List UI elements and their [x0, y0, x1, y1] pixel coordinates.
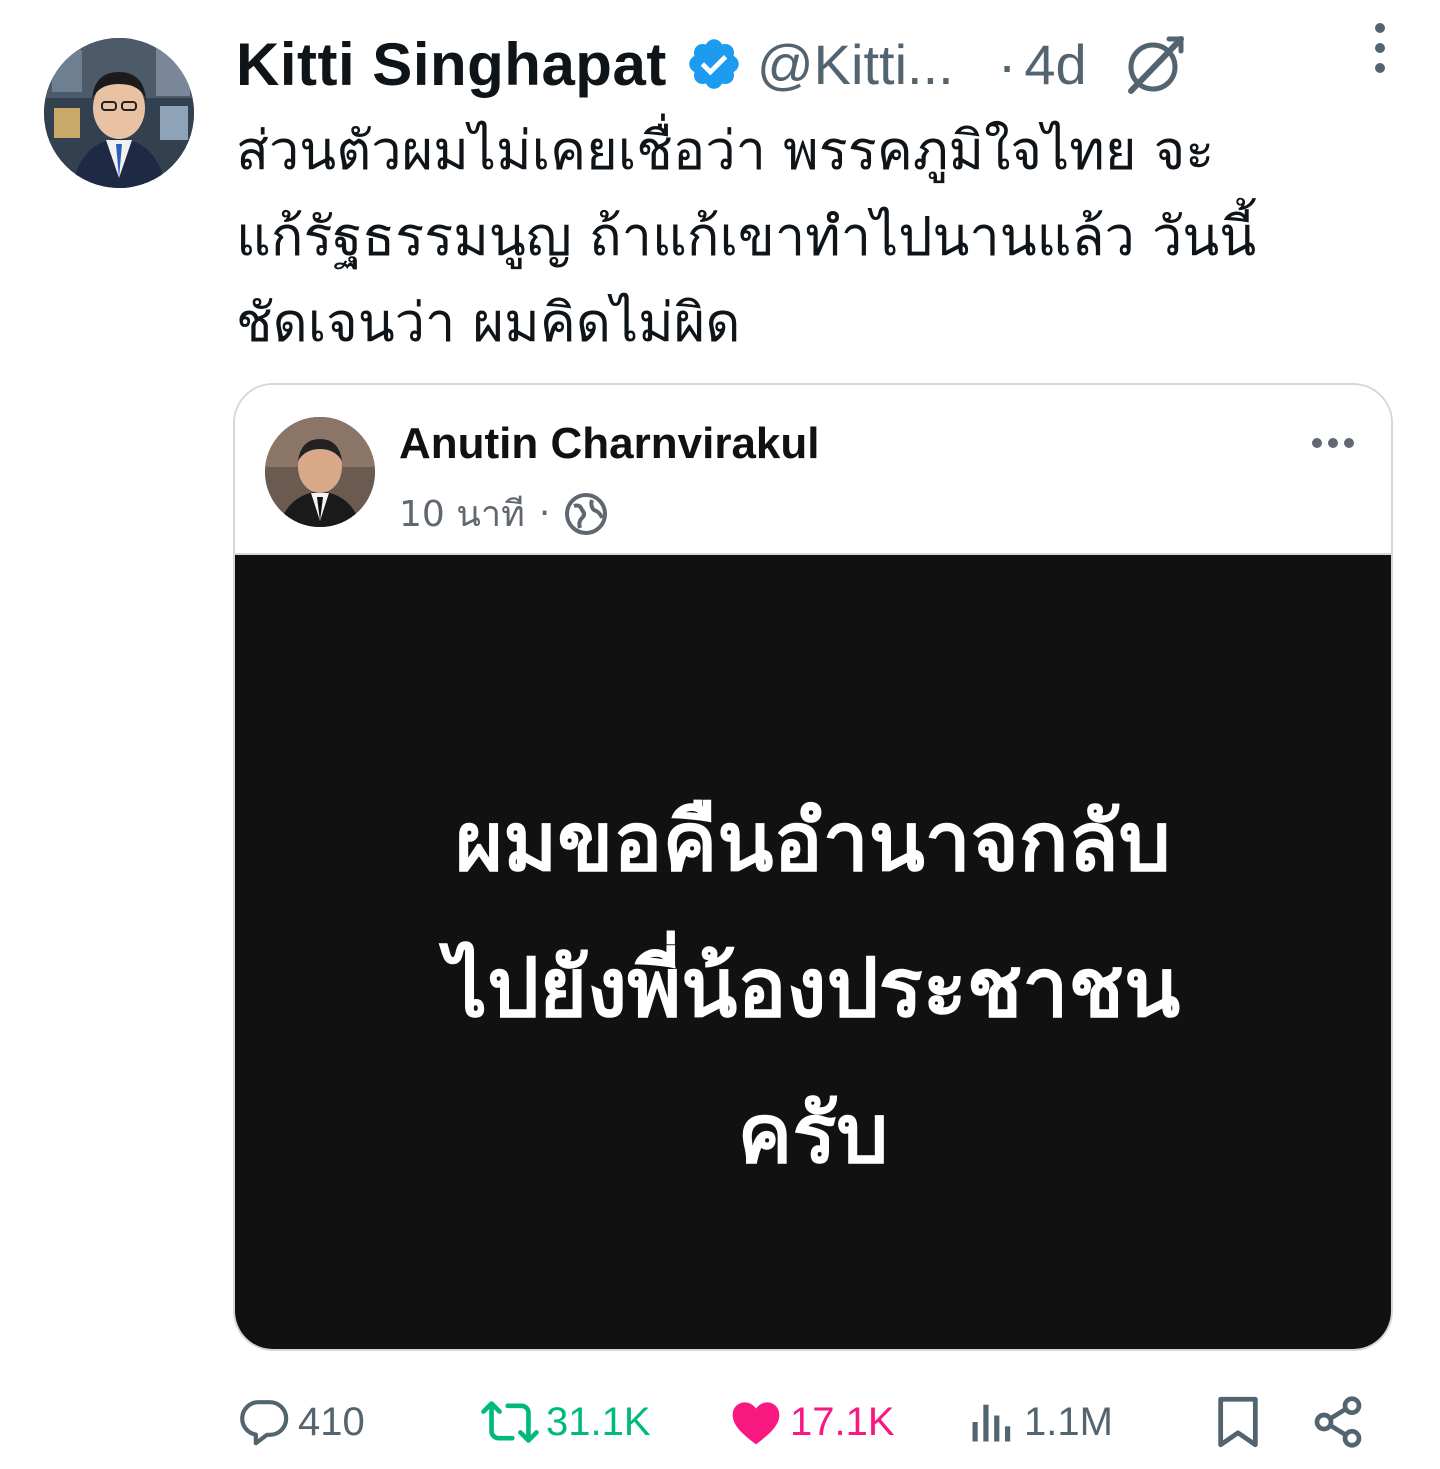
verified-icon [685, 35, 743, 93]
media-card[interactable]: Anutin Charnvirakul 10 นาที · ผมขอคืนอำน… [233, 383, 1393, 1351]
embedded-post-time: 10 นาที [399, 494, 525, 535]
image-text-line: ไปยังพี่น้องประชาชน [445, 941, 1181, 1036]
image-text-line: ผมขอคืนอำนาจกลับ [455, 795, 1171, 890]
share-button[interactable] [1310, 1390, 1366, 1454]
retweet-button[interactable]: 31.1K [480, 1390, 651, 1454]
tweet-header: Kitti Singhapat @Kitti... · 4d [236, 24, 1416, 104]
like-button[interactable]: 17.1K [728, 1390, 895, 1454]
views-button[interactable]: 1.1M [966, 1390, 1113, 1454]
embedded-author-name: Anutin Charnvirakul [399, 419, 820, 468]
like-icon [732, 1402, 780, 1445]
image-text-line: ครับ [737, 1087, 889, 1182]
more-horizontal-icon [1311, 435, 1355, 451]
globe-icon [564, 492, 608, 536]
tweet-text-line: ส่วนตัวผมไม่เคยเชื่อว่า พรรคภูมิใจไทย จะ [236, 119, 1215, 182]
embedded-author-avatar [265, 417, 375, 527]
grok-icon[interactable] [1123, 31, 1189, 97]
embedded-post-header: Anutin Charnvirakul 10 นาที · [235, 385, 1391, 553]
meta-separator: · [538, 493, 551, 534]
reply-count: 410 [298, 1399, 365, 1444]
embedded-post-meta: 10 นาที · [399, 485, 608, 542]
embedded-image[interactable]: ผมขอคืนอำนาจกลับ ไปยังพี่น้องประชาชน ครั… [235, 555, 1391, 1349]
reply-button[interactable]: 410 [236, 1390, 365, 1454]
share-icon [1314, 1396, 1362, 1448]
views-count: 1.1M [1024, 1399, 1113, 1444]
tweet-text-line: ชัดเจนว่า ผมคิดไม่ผิด [236, 291, 741, 354]
bookmark-button[interactable] [1212, 1390, 1264, 1454]
post-time[interactable]: 4d [1024, 32, 1086, 97]
action-bar: 410 31.1K 17.1K 1.1M [236, 1390, 1386, 1460]
tweet[interactable]: Kitti Singhapat @Kitti... · 4d ส่วนตัวผม… [0, 0, 1440, 1469]
separator-dot: · [997, 32, 1017, 96]
tweet-text-line: แก้รัฐธรรมนูญ ถ้าแก้เขาทำไปนานแล้ว วันนี… [236, 205, 1257, 268]
tweet-text: ส่วนตัวผมไม่เคยเชื่อว่า พรรคภูมิใจไทย จะ… [236, 108, 1386, 366]
like-count: 17.1K [790, 1399, 895, 1444]
bookmark-icon [1218, 1396, 1258, 1448]
image-text: ผมขอคืนอำนาจกลับ ไปยังพี่น้องประชาชน ครั… [235, 770, 1391, 1208]
more-vertical-icon[interactable] [1368, 18, 1392, 78]
retweet-icon [481, 1401, 539, 1443]
views-icon [972, 1404, 1011, 1442]
retweet-count: 31.1K [546, 1399, 651, 1444]
author-name[interactable]: Kitti Singhapat [236, 30, 667, 99]
reply-icon [240, 1400, 289, 1446]
author-avatar[interactable] [44, 38, 194, 188]
author-handle[interactable]: @Kitti... [757, 32, 954, 97]
